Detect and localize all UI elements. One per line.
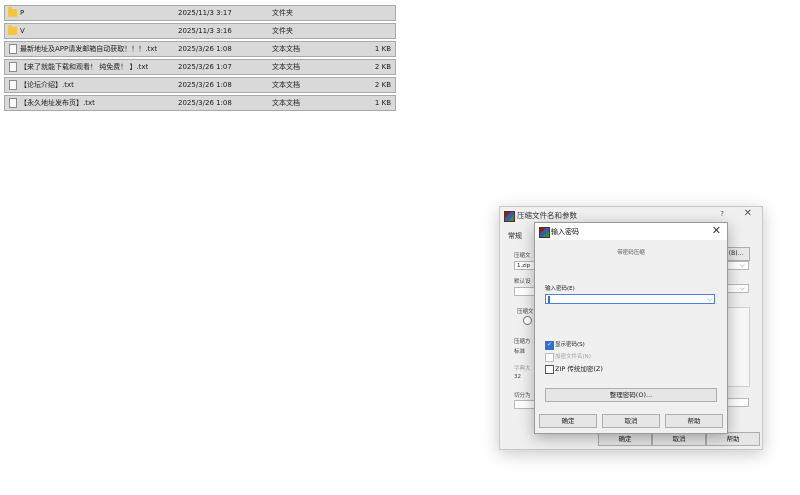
compression-method-value[interactable]: 标准	[514, 347, 525, 355]
cancel-button[interactable]: 取消	[602, 414, 660, 428]
text-file-icon	[9, 44, 17, 54]
dictionary-size-value[interactable]: 32	[514, 374, 521, 380]
archive-format-label: 压缩文	[517, 309, 534, 315]
winrar-icon	[504, 211, 515, 222]
folder-icon	[8, 25, 17, 35]
dialog-subtitle: 带密码压缩	[617, 250, 645, 256]
file-row[interactable]: V 2025/11/3 3:16 文件夹	[4, 23, 396, 39]
file-name: 【来了就能下载和观看！ 纯免费！ 】.txt	[20, 63, 149, 71]
file-type: 文本文档	[272, 81, 300, 89]
password-dialog: 输入密码 ✕ 带密码压缩 输入密码(E) ⌵ 显示密码(S) 加密文件名(N) …	[534, 222, 728, 434]
tab-general[interactable]: 常规	[508, 231, 522, 241]
file-row[interactable]: 最新地址及APP请发邮箱自动获取！！！.txt 2025/3/26 1:08 文…	[4, 41, 396, 57]
winrar-icon	[539, 227, 550, 238]
profile-select[interactable]	[514, 287, 536, 296]
dialog-title: 压缩文件名和参数	[517, 211, 577, 220]
ok-button[interactable]: 确定	[539, 414, 597, 428]
file-row[interactable]: 【来了就能下载和观看！ 纯免费！ 】.txt 2025/3/26 1:07 文本…	[4, 59, 396, 75]
checkbox-label: 显示密码(S)	[555, 342, 585, 348]
close-icon[interactable]: ✕	[744, 208, 752, 219]
file-row[interactable]: 【论坛介绍】.txt 2025/3/26 1:08 文本文档 2 KB	[4, 77, 396, 93]
close-icon[interactable]: ✕	[712, 224, 721, 237]
dialog-titlebar[interactable]: 输入密码 ✕	[535, 223, 727, 240]
checkbox-box	[545, 353, 554, 362]
chevron-down-icon[interactable]: ⌵	[707, 295, 712, 304]
split-volumes-field[interactable]	[514, 400, 536, 409]
checkbox-box	[545, 365, 554, 374]
file-type: 文件夹	[272, 9, 293, 17]
file-date: 2025/3/26 1:08	[178, 45, 232, 53]
file-date: 2025/11/3 3:16	[178, 27, 232, 35]
folder-icon	[8, 7, 17, 17]
file-size: 2 KB	[374, 63, 391, 71]
help-button[interactable]: 帮助	[665, 414, 723, 428]
dictionary-size-label: 字典大	[514, 366, 531, 372]
file-name: 【永久地址发布页】.txt	[20, 99, 95, 107]
help-button[interactable]: 帮助	[706, 432, 760, 446]
file-type: 文本文档	[272, 99, 300, 107]
archive-name-field[interactable]: 1.zip	[514, 261, 536, 270]
text-file-icon	[9, 80, 17, 90]
text-file-icon	[9, 62, 17, 72]
password-input[interactable]: ⌵	[545, 294, 715, 304]
split-volumes-label: 切分为	[514, 393, 531, 399]
archive-name-label: 压缩文	[514, 253, 531, 259]
default-profile-label: 默认设	[514, 279, 531, 285]
file-row[interactable]: 【永久地址发布页】.txt 2025/3/26 1:08 文本文档 1 KB	[4, 95, 396, 111]
file-date: 2025/3/26 1:07	[178, 63, 232, 71]
organize-passwords-button[interactable]: 整理密码(O)...	[545, 388, 717, 402]
compression-method-label: 压缩方	[514, 339, 531, 345]
file-size: 2 KB	[374, 81, 391, 89]
text-file-icon	[9, 98, 17, 108]
cancel-button[interactable]: 取消	[652, 432, 706, 446]
file-name: V	[20, 27, 25, 35]
checkbox-label: 加密文件名(N)	[555, 354, 591, 360]
file-size: 1 KB	[374, 99, 391, 107]
file-name: 【论坛介绍】.txt	[20, 81, 74, 89]
password-label: 输入密码(E)	[545, 286, 575, 292]
file-list: P 2025/11/3 3:17 文件夹 V 2025/11/3 3:16 文件…	[4, 5, 396, 113]
help-icon[interactable]: ?	[720, 210, 724, 218]
dialog-title: 输入密码	[551, 228, 579, 236]
file-name: P	[20, 9, 25, 17]
password-value	[548, 296, 550, 303]
ok-button[interactable]: 确定	[598, 432, 652, 446]
checkbox-label: ZIP 传统加密(Z)	[555, 365, 603, 373]
chevron-down-icon: ⌵	[740, 285, 745, 292]
file-date: 2025/11/3 3:17	[178, 9, 232, 17]
file-date: 2025/3/26 1:08	[178, 81, 232, 89]
file-date: 2025/3/26 1:08	[178, 99, 232, 107]
chevron-down-icon: ⌵	[740, 262, 745, 269]
format-radio[interactable]	[523, 316, 532, 325]
file-row[interactable]: P 2025/11/3 3:17 文件夹	[4, 5, 396, 21]
file-type: 文本文档	[272, 63, 300, 71]
checkbox-box	[545, 341, 554, 350]
file-type: 文件夹	[272, 27, 293, 35]
file-name: 最新地址及APP请发邮箱自动获取！！！.txt	[20, 45, 158, 53]
file-size: 1 KB	[374, 45, 391, 53]
file-type: 文本文档	[272, 45, 300, 53]
